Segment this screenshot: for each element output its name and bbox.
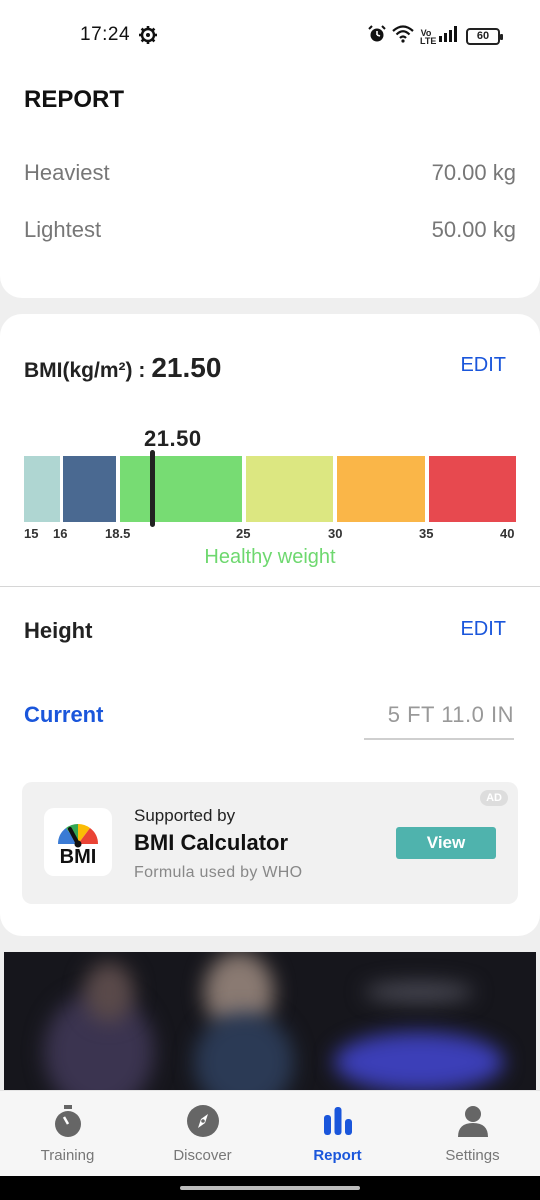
report-title: REPORT (24, 86, 125, 113)
bmi-segment-6 (429, 456, 516, 522)
nav-discover[interactable]: Discover (135, 1091, 270, 1177)
height-edit-button[interactable]: EDIT (460, 618, 506, 641)
bottom-nav: Training Discover Report Settings (0, 1090, 540, 1176)
bmi-tick: 30 (328, 526, 343, 541)
bmi-heading: BMI(kg/m²) : 21.50 (24, 352, 221, 384)
ad-tagline: Formula used by WHO (134, 864, 303, 881)
bmi-tick: 18.5 (105, 526, 131, 541)
heaviest-value: 70.00 kg (431, 160, 516, 185)
nav-label: Training (40, 1147, 95, 1164)
heaviest-label: Heaviest (24, 160, 110, 185)
ad-view-button[interactable]: View (396, 827, 496, 859)
report-card: REPORT Heaviest 70.00 kg Lightest 50.00 … (0, 60, 540, 298)
bmi-marker-value: 21.50 (144, 426, 202, 451)
ad-app-name: BMI Calculator (134, 830, 289, 855)
current-height-value[interactable]: 5 FT 11.0 IN (364, 702, 514, 728)
banner-ad[interactable] (4, 952, 536, 1092)
bmi-segment-3 (120, 456, 242, 522)
ad-supported-by: Supported by (134, 806, 236, 825)
alarm-icon (368, 25, 386, 48)
heaviest-row: Heaviest 70.00 kg (24, 160, 516, 190)
lightest-row: Lightest 50.00 kg (24, 217, 516, 247)
native-ad[interactable]: AD BMI Supported by BMI Calculator Formu… (22, 782, 518, 904)
volte-icon: Vo LTE (420, 27, 437, 46)
status-time: 17:24 (80, 24, 131, 45)
nav-label: Settings (445, 1147, 500, 1164)
bmi-tick: 15 (24, 526, 39, 541)
bmi-scale (24, 456, 516, 522)
home-gesture-bar[interactable] (180, 1186, 360, 1190)
banner-blur-shape (364, 982, 474, 1002)
compass-icon (185, 1103, 221, 1139)
ad-badge: AD (480, 790, 508, 806)
current-height-underline (364, 738, 514, 740)
banner-blur-shape (84, 962, 134, 1022)
signal-icon (438, 26, 460, 47)
height-title: Height (24, 618, 93, 643)
divider (0, 586, 540, 587)
nav-report[interactable]: Report (270, 1091, 405, 1177)
bar-chart-icon (320, 1103, 356, 1139)
bmi-segment-1 (24, 456, 60, 522)
bmi-segment-4 (246, 456, 333, 522)
banner-blur-shape (334, 1032, 504, 1092)
bmi-label: BMI(kg/m²) : (24, 359, 146, 382)
bmi-tick: 25 (236, 526, 251, 541)
bmi-tick: 35 (419, 526, 434, 541)
battery-icon: 60 (466, 28, 503, 45)
nav-training[interactable]: Training (0, 1091, 135, 1177)
current-height-label: Current (24, 702, 104, 727)
bmi-card: BMI(kg/m²) : 21.50 EDIT 21.50 15 16 18.5… (0, 314, 540, 936)
bmi-tick: 40 (500, 526, 515, 541)
nav-label: Report (313, 1147, 362, 1164)
nav-label: Discover (173, 1147, 232, 1164)
stopwatch-icon (50, 1103, 86, 1139)
lightest-value: 50.00 kg (431, 217, 516, 242)
bmi-segment-5 (337, 456, 425, 522)
bmi-needle (150, 450, 155, 527)
nav-settings[interactable]: Settings (405, 1091, 540, 1177)
bmi-value: 21.50 (151, 352, 222, 383)
banner-blur-shape (194, 1012, 294, 1092)
lightest-label: Lightest (24, 217, 102, 242)
bmi-logo-text: BMI (59, 846, 97, 868)
bmi-tick: 16 (53, 526, 68, 541)
bmi-edit-button[interactable]: EDIT (460, 354, 506, 377)
bmi-app-logo: BMI (44, 808, 112, 876)
wifi-icon (392, 25, 414, 48)
settings-gear-icon (138, 25, 158, 45)
bmi-status: Healthy weight (204, 546, 336, 568)
person-icon (455, 1103, 491, 1139)
bmi-segment-2 (63, 456, 116, 522)
gesture-area (0, 1176, 540, 1200)
